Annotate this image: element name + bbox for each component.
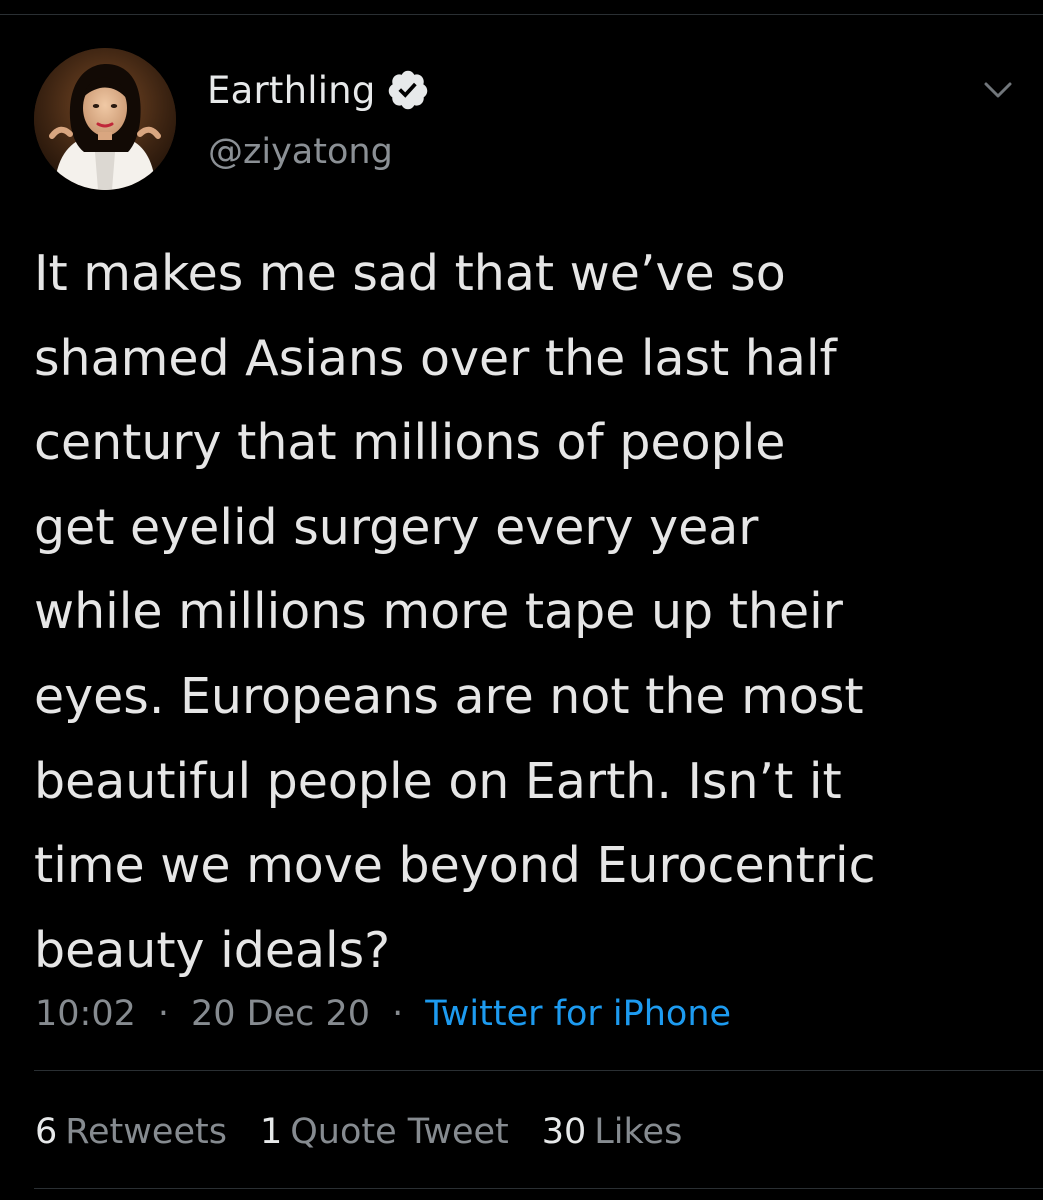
quote-tweets-label: Quote Tweet	[290, 1112, 509, 1152]
likes-count: 30	[541, 1112, 587, 1152]
tweet-text-line: It makes me sad that we’ve so	[34, 245, 786, 302]
divider	[34, 1188, 1043, 1189]
chevron-down-icon[interactable]	[982, 76, 1014, 102]
tweet-text: It makes me sad that we’ve so shamed Asia…	[34, 232, 1019, 993]
tweet-text-line: century that millions of people	[34, 414, 786, 472]
retweets-label: Retweets	[65, 1112, 227, 1152]
retweets-count: 6	[35, 1112, 58, 1152]
tweet-date[interactable]: 20 Dec 20	[191, 994, 370, 1034]
likes-label: Likes	[594, 1112, 683, 1152]
quote-tweets-stat[interactable]: 1 Quote Tweet	[260, 1112, 509, 1152]
tweet-text-line: while millions more tape up their	[34, 583, 843, 641]
tweet-text-line: shamed Asians over the last half	[34, 329, 837, 387]
tweet-text-line: eyes. Europeans are not the most	[34, 667, 864, 725]
tweet-text-line: beauty ideals?	[34, 921, 391, 979]
quote-tweets-count: 1	[259, 1112, 283, 1152]
top-divider	[0, 14, 1043, 15]
retweets-stat[interactable]: 6 Retweets	[35, 1112, 227, 1152]
meta-separator: ·	[392, 994, 404, 1034]
tweet-time[interactable]: 10:02	[35, 994, 136, 1034]
tweet-text-line: beautiful people on Earth. Isn’t it	[34, 752, 842, 810]
tweet-text-line: time we move beyond Eurocentric	[34, 837, 876, 895]
tweet-meta: 10:02 · 20 Dec 20 · Twitter for iPhone	[35, 990, 731, 1038]
avatar[interactable]	[34, 48, 176, 190]
tweet-source-link[interactable]: Twitter for iPhone	[425, 994, 731, 1034]
author-handle[interactable]: @ziyatong	[208, 132, 393, 172]
likes-stat[interactable]: 30 Likes	[542, 1112, 683, 1152]
meta-separator: ·	[157, 994, 170, 1034]
tweet-stats: 6 Retweets 1 Quote Tweet 30 Likes	[35, 1108, 715, 1156]
author-name-row[interactable]: Earthling	[207, 64, 430, 116]
avatar-image	[34, 48, 176, 190]
display-name[interactable]: Earthling	[207, 69, 376, 112]
verified-badge-icon	[386, 68, 430, 112]
divider	[34, 1070, 1043, 1071]
tweet-text-line: get eyelid surgery every year	[34, 498, 759, 556]
